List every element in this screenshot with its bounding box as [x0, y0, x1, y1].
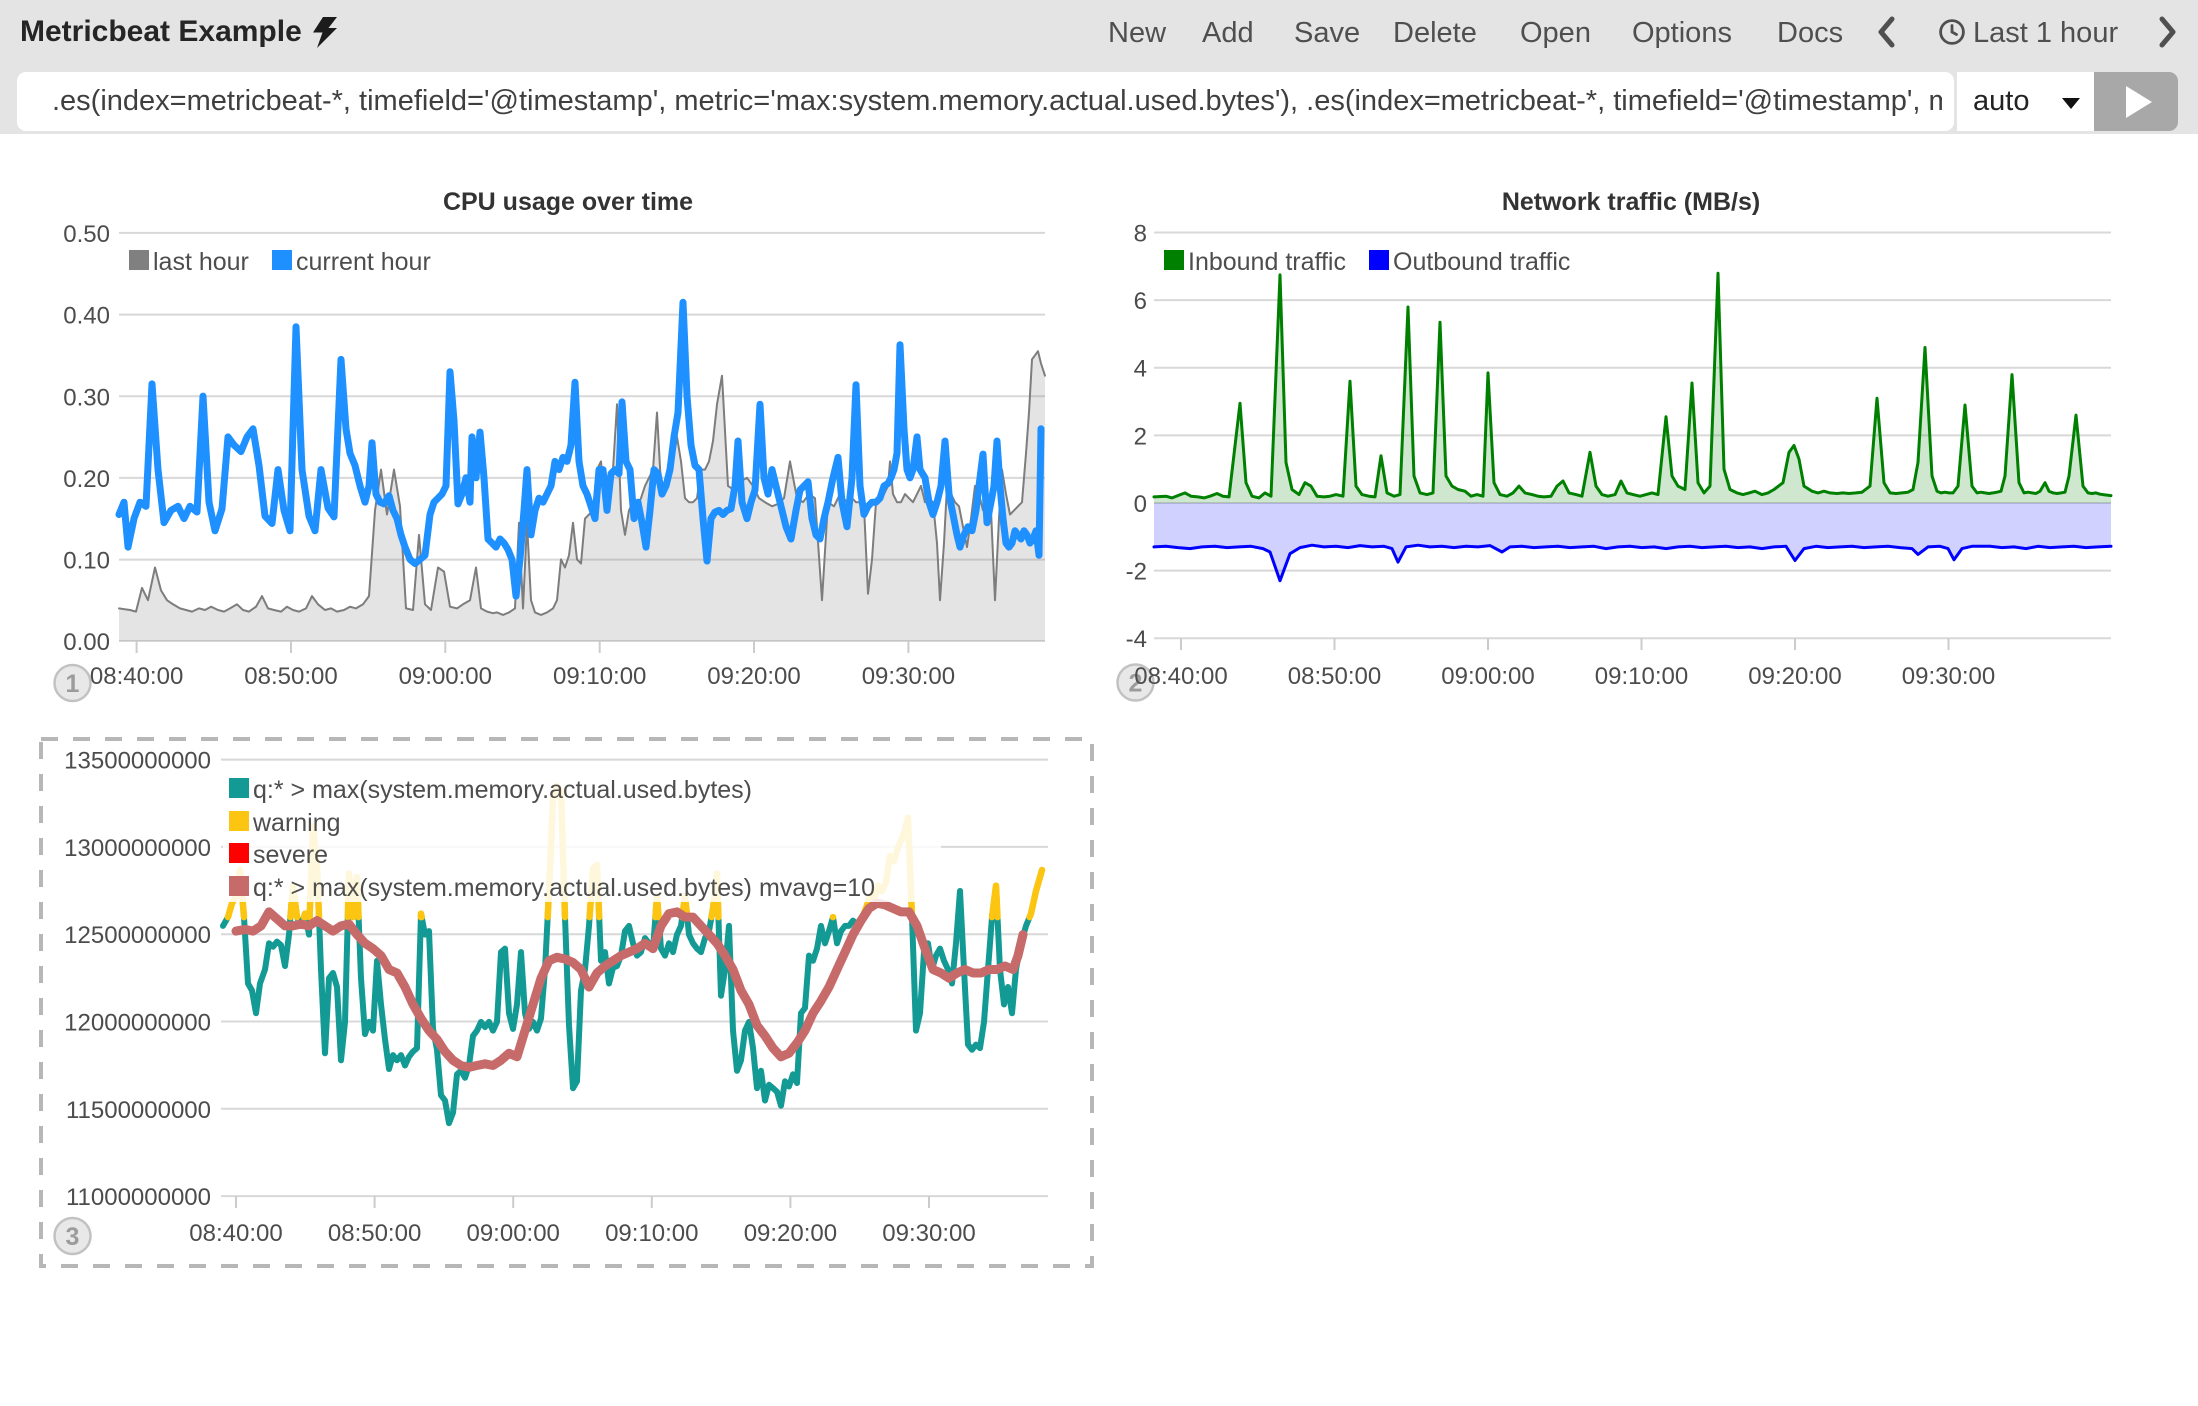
svg-text:11000000000: 11000000000 — [66, 1184, 211, 1211]
svg-text:09:10:00: 09:10:00 — [605, 1220, 698, 1247]
svg-text:severe: severe — [253, 841, 328, 869]
svg-text:09:00:00: 09:00:00 — [466, 1220, 559, 1247]
svg-text:q:* > max(system.memory.actual: q:* > max(system.memory.actual.used.byte… — [253, 776, 752, 804]
svg-text:08:40:00: 08:40:00 — [189, 1220, 282, 1247]
svg-text:09:20:00: 09:20:00 — [744, 1220, 837, 1247]
svg-text:12500000000: 12500000000 — [64, 922, 211, 949]
svg-text:3: 3 — [66, 1223, 80, 1251]
svg-text:q:* > max(system.memory.actual: q:* > max(system.memory.actual.used.byte… — [253, 874, 875, 902]
svg-text:12000000000: 12000000000 — [64, 1010, 211, 1037]
svg-text:warning: warning — [252, 809, 341, 837]
svg-text:13000000000: 13000000000 — [64, 835, 211, 862]
svg-text:11500000000: 11500000000 — [66, 1097, 211, 1124]
svg-text:13500000000: 13500000000 — [64, 748, 211, 775]
svg-text:09:30:00: 09:30:00 — [882, 1220, 975, 1247]
svg-text:08:50:00: 08:50:00 — [328, 1220, 421, 1247]
